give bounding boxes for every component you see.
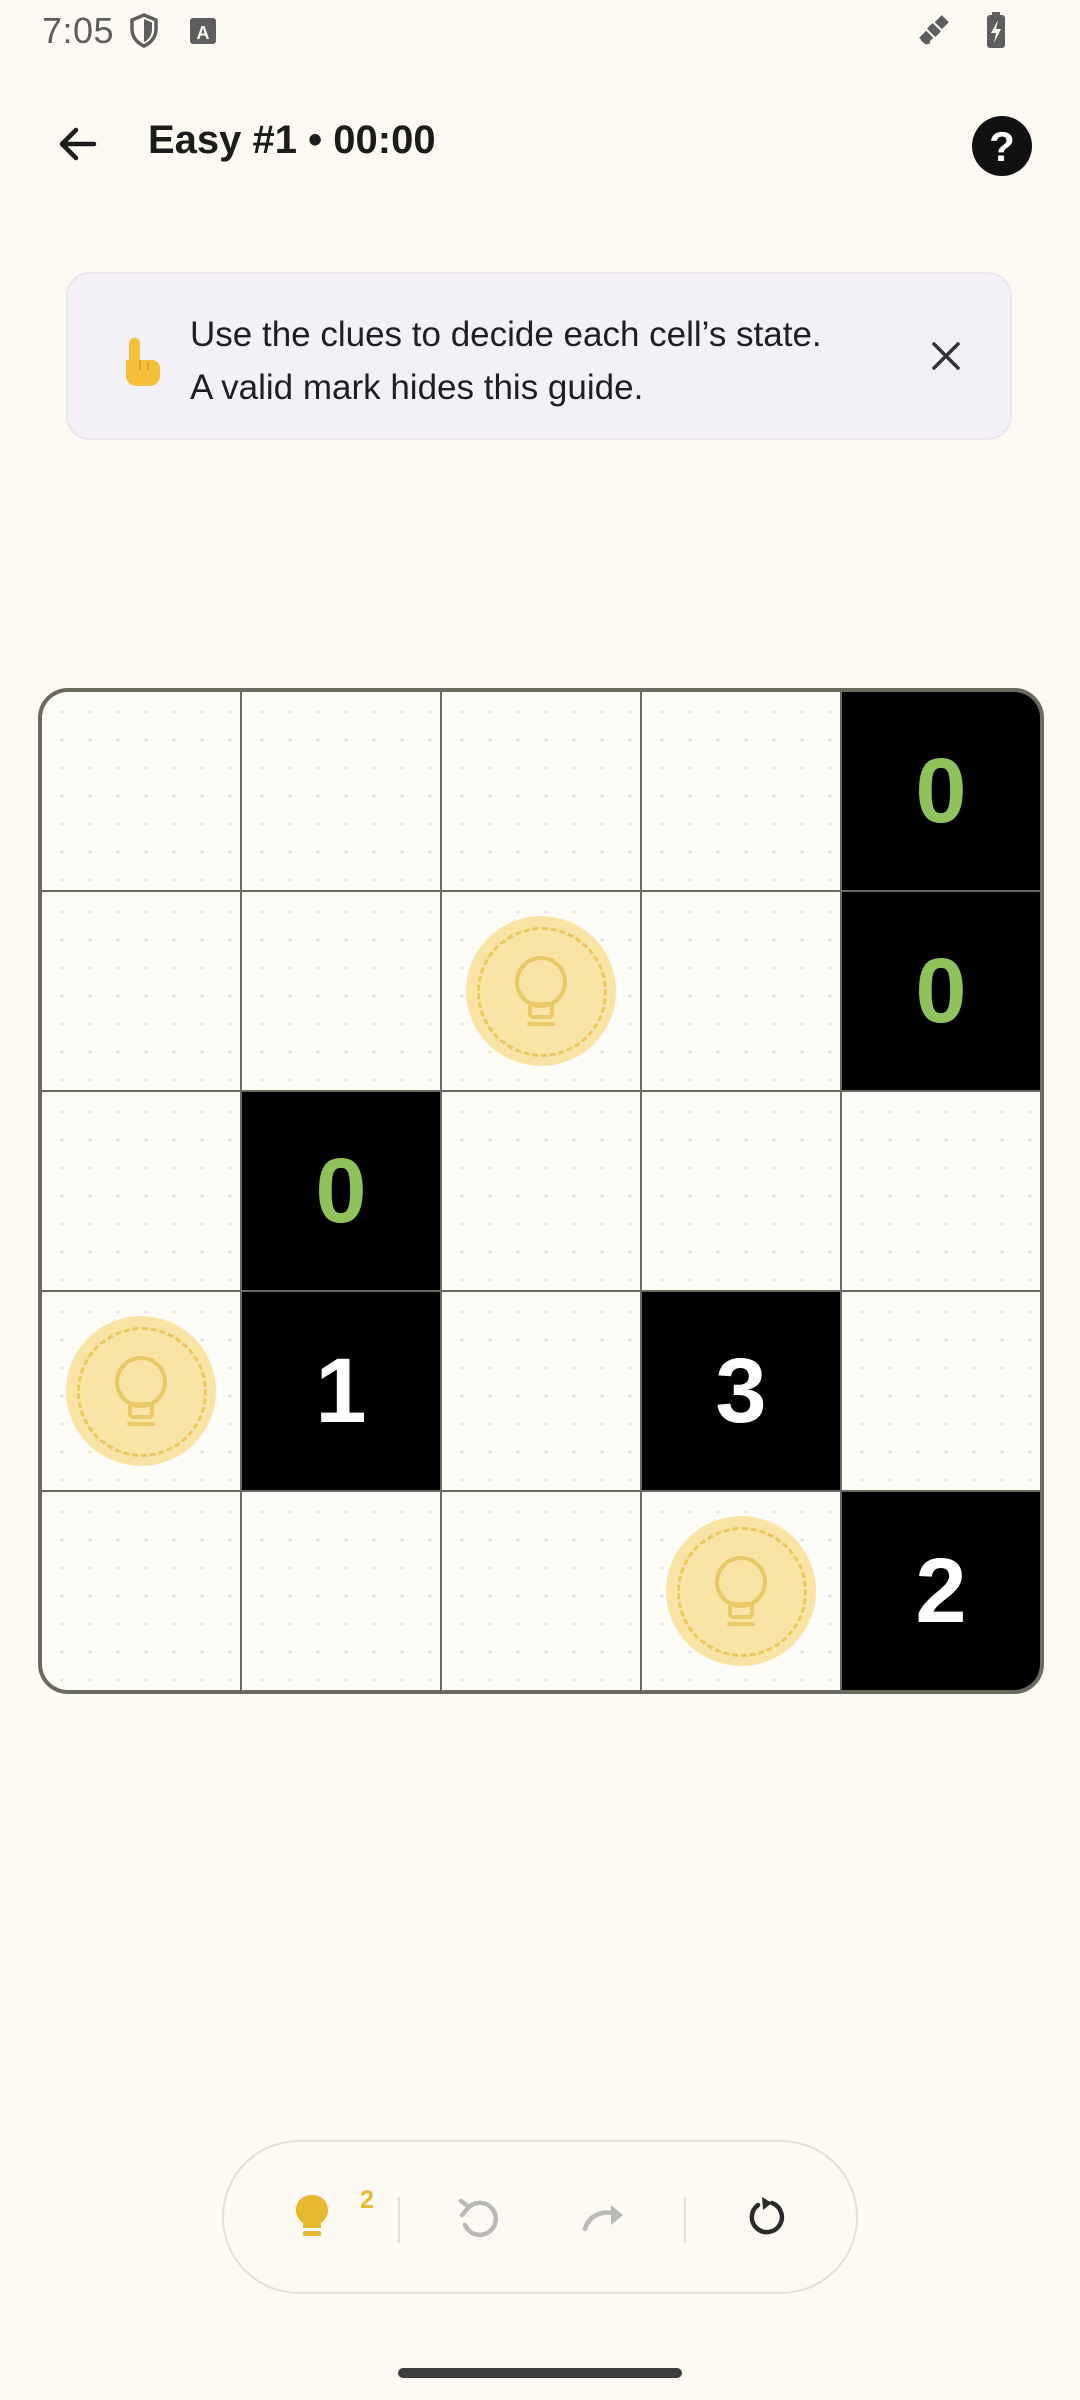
board-cell-r3-c4[interactable] <box>642 1092 840 1290</box>
help-button[interactable]: ? <box>972 116 1032 176</box>
status-time: 7:05 <box>42 10 115 51</box>
toolbar-divider <box>398 2197 400 2243</box>
clue-number: 0 <box>315 1140 367 1242</box>
satellite-icon <box>914 10 954 50</box>
board-cell-r3-c1[interactable] <box>42 1092 240 1290</box>
board-cell-r4-c5[interactable] <box>842 1292 1040 1490</box>
clue-number: 3 <box>715 1340 767 1442</box>
lightbulb-icon <box>292 2191 332 2248</box>
pointing-hand-icon <box>120 336 164 388</box>
clue-number: 0 <box>915 940 967 1042</box>
clue-number: 2 <box>915 1540 967 1642</box>
wall-cell-r4-c2: 1 <box>242 1292 440 1490</box>
board-cell-r1-c1[interactable] <box>42 692 240 890</box>
keyboard-a-icon: A <box>184 10 224 50</box>
wall-cell-r3-c2: 0 <box>242 1092 440 1290</box>
board-cell-r2-c2[interactable] <box>242 892 440 1090</box>
board-cell-r5-c3[interactable] <box>442 1492 640 1690</box>
status-bar: 7:05 A <box>0 0 1080 64</box>
undo-button[interactable] <box>438 2179 518 2259</box>
board-cell-r1-c4[interactable] <box>642 692 840 890</box>
guide-line-2: A valid mark hides this guide. <box>190 368 644 407</box>
help-icon: ? <box>989 123 1015 170</box>
app-bar: Easy #1 • 00:00 ? <box>0 90 1080 202</box>
home-indicator <box>398 2368 682 2378</box>
wall-cell-r5-c5: 2 <box>842 1492 1040 1690</box>
guide-text: Use the clues to decide each cell’s stat… <box>190 308 822 414</box>
puzzle-board: 0 0 0 1 3 2 <box>38 688 1044 1694</box>
hint-button[interactable] <box>272 2179 352 2259</box>
redo-button[interactable] <box>565 2179 645 2259</box>
toolbar-divider <box>684 2197 686 2243</box>
battery-charging-icon <box>976 10 1016 50</box>
guide-line-1: Use the clues to decide each cell’s stat… <box>190 315 822 354</box>
reset-icon <box>742 2193 790 2246</box>
light-bulb-icon <box>666 1516 816 1666</box>
light-bulb-icon <box>466 916 616 1066</box>
undo-icon <box>454 2193 502 2246</box>
board-cell-r2-c3[interactable] <box>442 892 640 1090</box>
hint-count-badge: 2 <box>360 2186 374 2214</box>
board-cell-r1-c3[interactable] <box>442 692 640 890</box>
board-cell-r1-c2[interactable] <box>242 692 440 890</box>
board-cell-r2-c1[interactable] <box>42 892 240 1090</box>
board-cell-r5-c1[interactable] <box>42 1492 240 1690</box>
reset-button[interactable] <box>726 2179 806 2259</box>
clue-number: 1 <box>315 1340 367 1442</box>
board-cell-r4-c3[interactable] <box>442 1292 640 1490</box>
board-cell-r5-c4[interactable] <box>642 1492 840 1690</box>
board-cell-r3-c3[interactable] <box>442 1092 640 1290</box>
board-cell-r5-c2[interactable] <box>242 1492 440 1690</box>
board-cell-r3-c5[interactable] <box>842 1092 1040 1290</box>
board-cell-r4-c1[interactable] <box>42 1292 240 1490</box>
board-cell-r2-c4[interactable] <box>642 892 840 1090</box>
shield-icon <box>124 10 164 50</box>
page-title: Easy #1 • 00:00 <box>148 118 436 162</box>
wall-cell-r2-c5: 0 <box>842 892 1040 1090</box>
svg-text:A: A <box>197 23 210 43</box>
wall-cell-r1-c5: 0 <box>842 692 1040 890</box>
guide-banner: Use the clues to decide each cell’s stat… <box>66 272 1012 440</box>
redo-icon <box>579 2197 631 2242</box>
light-bulb-icon <box>66 1316 216 1466</box>
close-icon <box>928 338 964 379</box>
guide-close-button[interactable] <box>912 324 980 392</box>
back-button[interactable] <box>36 104 120 188</box>
wall-cell-r4-c4: 3 <box>642 1292 840 1490</box>
clue-number: 0 <box>915 740 967 842</box>
bottom-toolbar: 2 <box>222 2140 858 2294</box>
arrow-left-icon <box>54 120 102 173</box>
